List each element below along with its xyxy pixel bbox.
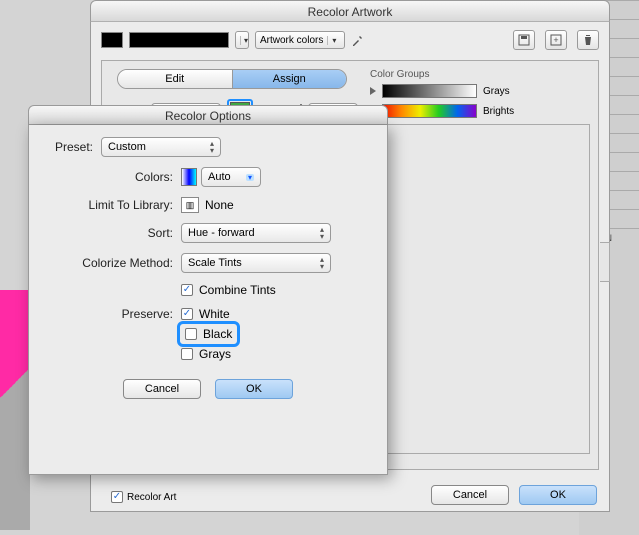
preset-dropdown-value: Artwork colors bbox=[260, 35, 323, 46]
color-group-grays[interactable]: Grays bbox=[370, 84, 590, 98]
svg-text:+: + bbox=[553, 35, 558, 45]
recolor-options-window: Preset: Custom▴▾ Colors: Auto ▾ Limit To… bbox=[28, 125, 388, 475]
grays-swatch bbox=[382, 84, 477, 98]
brights-swatch bbox=[382, 104, 477, 118]
cancel-button-main[interactable]: Cancel bbox=[431, 485, 509, 505]
disclosure-triangle-icon[interactable] bbox=[370, 87, 376, 95]
opt-sort-select[interactable]: Hue - forward▴▾ bbox=[181, 223, 331, 243]
combine-tints-checkbox[interactable] bbox=[181, 284, 193, 296]
window-title: Recolor Artwork bbox=[90, 0, 610, 22]
ok-button[interactable]: OK bbox=[215, 379, 293, 399]
opt-preset-label: Preset: bbox=[41, 140, 101, 154]
preserve-grays-label: Grays bbox=[199, 347, 231, 361]
opt-method-select[interactable]: Scale Tints▴▾ bbox=[181, 253, 331, 273]
tab-edit[interactable]: Edit bbox=[118, 70, 233, 88]
preserve-black-label: Black bbox=[203, 327, 232, 341]
colors-swatch-icon bbox=[181, 168, 197, 186]
color-group-list bbox=[370, 124, 590, 454]
color-group-brights[interactable]: Brights bbox=[370, 104, 590, 118]
preserve-black-checkbox[interactable] bbox=[185, 328, 197, 340]
cancel-button[interactable]: Cancel bbox=[123, 379, 201, 399]
library-icon[interactable]: ▥ bbox=[181, 197, 199, 213]
trash-button[interactable] bbox=[577, 30, 599, 50]
save-group-button[interactable] bbox=[513, 30, 535, 50]
active-fill-swatch[interactable] bbox=[101, 32, 123, 48]
combine-tints-label: Combine Tints bbox=[199, 283, 276, 297]
edit-assign-tabs: Edit Assign bbox=[117, 69, 347, 89]
tab-assign[interactable]: Assign bbox=[233, 70, 347, 88]
color-group-name: Brights bbox=[483, 106, 514, 117]
eyedropper-icon[interactable] bbox=[351, 33, 365, 47]
recolor-art-label: Recolor Art bbox=[127, 492, 176, 503]
opt-limit-label: Limit To Library: bbox=[41, 198, 181, 212]
resize-grip[interactable] bbox=[600, 242, 610, 282]
opt-preset-select[interactable]: Custom▴▾ bbox=[101, 137, 221, 157]
recolor-art-checkbox[interactable] bbox=[111, 491, 123, 503]
preserve-white-checkbox[interactable] bbox=[181, 308, 193, 320]
color-group-swatch[interactable] bbox=[129, 32, 229, 48]
opt-sort-label: Sort: bbox=[41, 226, 181, 240]
preserve-white-label: White bbox=[199, 307, 230, 321]
ok-button-main[interactable]: OK bbox=[519, 485, 597, 505]
color-group-name: Grays bbox=[483, 86, 510, 97]
options-title: Recolor Options bbox=[28, 105, 388, 125]
opt-limit-value: None bbox=[205, 198, 234, 212]
new-group-button[interactable]: + bbox=[545, 30, 567, 50]
color-groups-label: Color Groups bbox=[370, 69, 590, 80]
opt-preserve-label: Preserve: bbox=[41, 307, 181, 321]
preset-dropdown-top[interactable]: Artwork colors ▾ bbox=[255, 31, 345, 49]
opt-colors-select[interactable]: Auto ▾ bbox=[201, 167, 261, 187]
preserve-grays-checkbox[interactable] bbox=[181, 348, 193, 360]
opt-colors-label: Colors: bbox=[41, 170, 181, 184]
swatch-menu[interactable]: ▾ bbox=[235, 31, 249, 49]
opt-method-label: Colorize Method: bbox=[41, 256, 181, 270]
